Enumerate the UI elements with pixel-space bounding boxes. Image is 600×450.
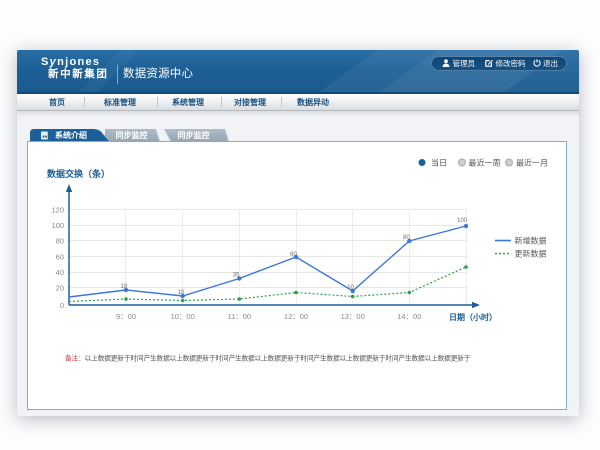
svg-text:备注：以上数据更新于时间产生数据以上数据更新于时间产生数据以: 备注：以上数据更新于时间产生数据以上数据更新于时间产生数据以上数据更新于时间产生… bbox=[65, 354, 471, 363]
svg-text:20: 20 bbox=[56, 284, 64, 293]
svg-text:14：00: 14：00 bbox=[397, 312, 421, 321]
svg-text:当日: 当日 bbox=[431, 158, 447, 168]
svg-text:10: 10 bbox=[347, 285, 354, 291]
svg-text:80: 80 bbox=[56, 237, 64, 246]
svg-text:100: 100 bbox=[51, 221, 64, 230]
svg-text:12：00: 12：00 bbox=[284, 312, 308, 321]
svg-text:0: 0 bbox=[60, 301, 64, 310]
svg-text:13：00: 13：00 bbox=[341, 312, 365, 321]
svg-text:100: 100 bbox=[457, 218, 468, 224]
svg-text:35: 35 bbox=[233, 273, 240, 279]
svg-text:系统介绍: 系统介绍 bbox=[55, 130, 87, 140]
svg-text:最近一月: 最近一月 bbox=[516, 158, 548, 168]
svg-text:更新数据: 更新数据 bbox=[515, 249, 547, 259]
svg-text:同步监控: 同步监控 bbox=[178, 130, 210, 140]
svg-text:新增数据: 新增数据 bbox=[515, 236, 547, 246]
svg-text:60: 60 bbox=[56, 253, 64, 262]
svg-text:同步监控: 同步监控 bbox=[116, 130, 148, 140]
svg-text:最近一周: 最近一周 bbox=[469, 158, 501, 168]
svg-text:18: 18 bbox=[121, 284, 128, 290]
svg-text:10：00: 10：00 bbox=[171, 312, 195, 321]
svg-text:10: 10 bbox=[178, 290, 185, 296]
svg-text:40: 40 bbox=[56, 268, 64, 277]
svg-text:11：00: 11：00 bbox=[227, 312, 251, 321]
svg-text:日期（小时）: 日期（小时） bbox=[449, 312, 497, 322]
svg-text:9：00: 9：00 bbox=[116, 312, 136, 321]
svg-text:数据交换（条）: 数据交换（条） bbox=[47, 168, 110, 179]
svg-text:60: 60 bbox=[290, 252, 297, 258]
svg-text:120: 120 bbox=[51, 206, 64, 215]
svg-text:80: 80 bbox=[403, 235, 410, 241]
